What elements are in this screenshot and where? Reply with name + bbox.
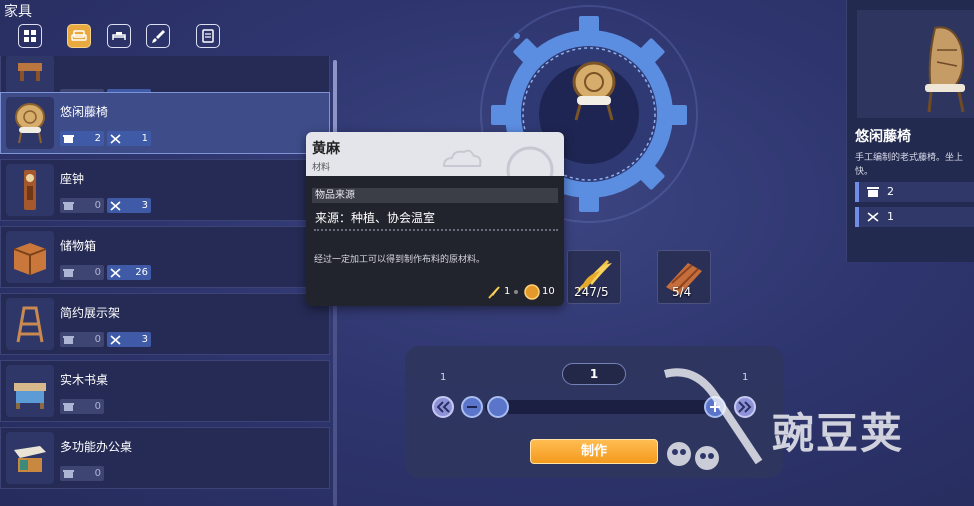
list-item-rattan-chair[interactable]: 悠闲藤椅 2 1 xyxy=(0,92,330,154)
item-name: 实木书桌 xyxy=(60,373,109,387)
item-name: 座钟 xyxy=(60,172,85,186)
item-name: 多功能办公桌 xyxy=(60,440,133,454)
stock-badge: 2 xyxy=(60,131,104,146)
minus-icon xyxy=(467,406,477,408)
tools-icon xyxy=(867,212,879,222)
list-item-desk[interactable]: 实木书桌 0 xyxy=(0,360,330,422)
cabinet-icon xyxy=(202,29,214,43)
tooltip-item-name: 黄麻 xyxy=(312,141,340,157)
coin-icon xyxy=(524,284,540,300)
tab-bed[interactable] xyxy=(107,24,131,48)
material-count: 5/4 xyxy=(672,285,692,299)
sofa-icon xyxy=(71,30,87,41)
decrease-button[interactable] xyxy=(461,396,483,418)
desk-icon xyxy=(6,365,54,417)
list-item-office-desk[interactable]: 多功能办公桌 0 xyxy=(0,427,330,489)
bed-icon xyxy=(112,32,126,40)
list-item-clock[interactable]: 座钟 0 3 xyxy=(0,159,330,221)
craftable-badge: 3 xyxy=(107,198,151,213)
tools-icon xyxy=(110,133,121,144)
item-name: 悠闲藤椅 xyxy=(60,105,109,119)
grid-icon xyxy=(24,30,36,42)
stock-badge: 0 xyxy=(60,332,104,347)
min-button[interactable] xyxy=(432,396,454,418)
detail-craftable: 1 xyxy=(855,207,974,227)
tools-icon xyxy=(110,200,121,211)
rattan-chair-icon xyxy=(572,61,616,121)
watermark-text: 豌豆荚 xyxy=(772,409,905,458)
box-icon xyxy=(63,402,74,411)
jute-icon xyxy=(488,286,500,299)
min-quantity: 1 xyxy=(440,372,447,383)
tab-all[interactable] xyxy=(18,24,42,48)
stock-badge: 0 xyxy=(60,466,104,481)
item-name: 简约展示架 xyxy=(60,306,121,320)
material-tooltip: 黄麻 材料 物品来源 来源：种植、协会温室 经过一定加工可以得到制作布料的原材料… xyxy=(306,132,564,306)
jute-amount: 1 xyxy=(504,286,511,297)
tooltip-item-type: 材料 xyxy=(312,163,331,173)
stock-badge: 0 xyxy=(60,265,104,280)
coin-amount: 10 xyxy=(542,286,555,297)
stock-badge: 0 xyxy=(60,399,104,414)
tab-cabinet[interactable] xyxy=(196,24,220,48)
storage-box-icon xyxy=(6,231,54,283)
wandoujia-logo xyxy=(663,368,763,470)
material-count: 247/5 xyxy=(574,285,609,299)
brush-icon xyxy=(152,30,165,43)
craftable-badge: 26 xyxy=(107,265,151,280)
cloud-gear-decoration xyxy=(442,146,554,176)
tab-seating[interactable] xyxy=(67,24,91,48)
rattan-chair-icon xyxy=(925,26,965,113)
dotted-divider xyxy=(314,229,558,231)
craftable-badge: 3 xyxy=(107,332,151,347)
item-description: 经过一定加工可以得到制作布料的原材料。 xyxy=(314,255,486,265)
craftable-badge: 1 xyxy=(107,131,151,146)
detail-stock: 2 xyxy=(855,182,974,202)
furniture-list[interactable]: 0 5 悠闲藤椅 2 1 座钟 0 3 储物箱 0 26 简约展示架 0 3 xyxy=(0,56,332,506)
tools-icon xyxy=(110,267,121,278)
stock-badge: 0 xyxy=(60,198,104,213)
detail-item-description: 手工编制的老式藤椅。坐上快。 xyxy=(855,153,964,177)
list-item-display-rack[interactable]: 简约展示架 0 3 xyxy=(0,293,330,355)
tooltip-body: 物品来源 来源：种植、协会温室 经过一定加工可以得到制作布料的原材料。 1 10 xyxy=(306,176,564,306)
source-header: 物品来源 xyxy=(312,188,558,203)
detail-item-image xyxy=(857,10,974,118)
display-rack-icon xyxy=(6,298,54,350)
tools-icon xyxy=(110,334,121,345)
source-text: 来源：种植、协会温室 xyxy=(315,211,436,225)
item-detail-panel: 悠闲藤椅 手工编制的老式藤椅。坐上快。 2 1 xyxy=(846,0,974,262)
category-title: 家具 xyxy=(4,4,32,20)
box-icon xyxy=(63,335,74,344)
box-icon xyxy=(867,187,879,197)
list-item-storage-box[interactable]: 储物箱 0 26 xyxy=(0,226,330,288)
box-icon xyxy=(63,134,74,143)
dot-separator-icon xyxy=(514,290,518,294)
clock-icon xyxy=(6,164,54,216)
item-name: 储物箱 xyxy=(60,239,97,253)
rattan-chair-icon xyxy=(6,97,54,149)
box-icon xyxy=(63,469,74,478)
box-icon xyxy=(63,268,74,277)
office-desk-icon xyxy=(6,432,54,484)
double-left-icon xyxy=(436,401,450,413)
slider-handle[interactable] xyxy=(487,396,509,418)
detail-item-name: 悠闲藤椅 xyxy=(855,129,911,145)
tooltip-header: 黄麻 材料 xyxy=(306,132,564,176)
quantity-display: 1 xyxy=(562,363,626,385)
box-icon xyxy=(63,201,74,210)
craft-button[interactable]: 制作 xyxy=(530,439,658,464)
tab-decor[interactable] xyxy=(146,24,170,48)
